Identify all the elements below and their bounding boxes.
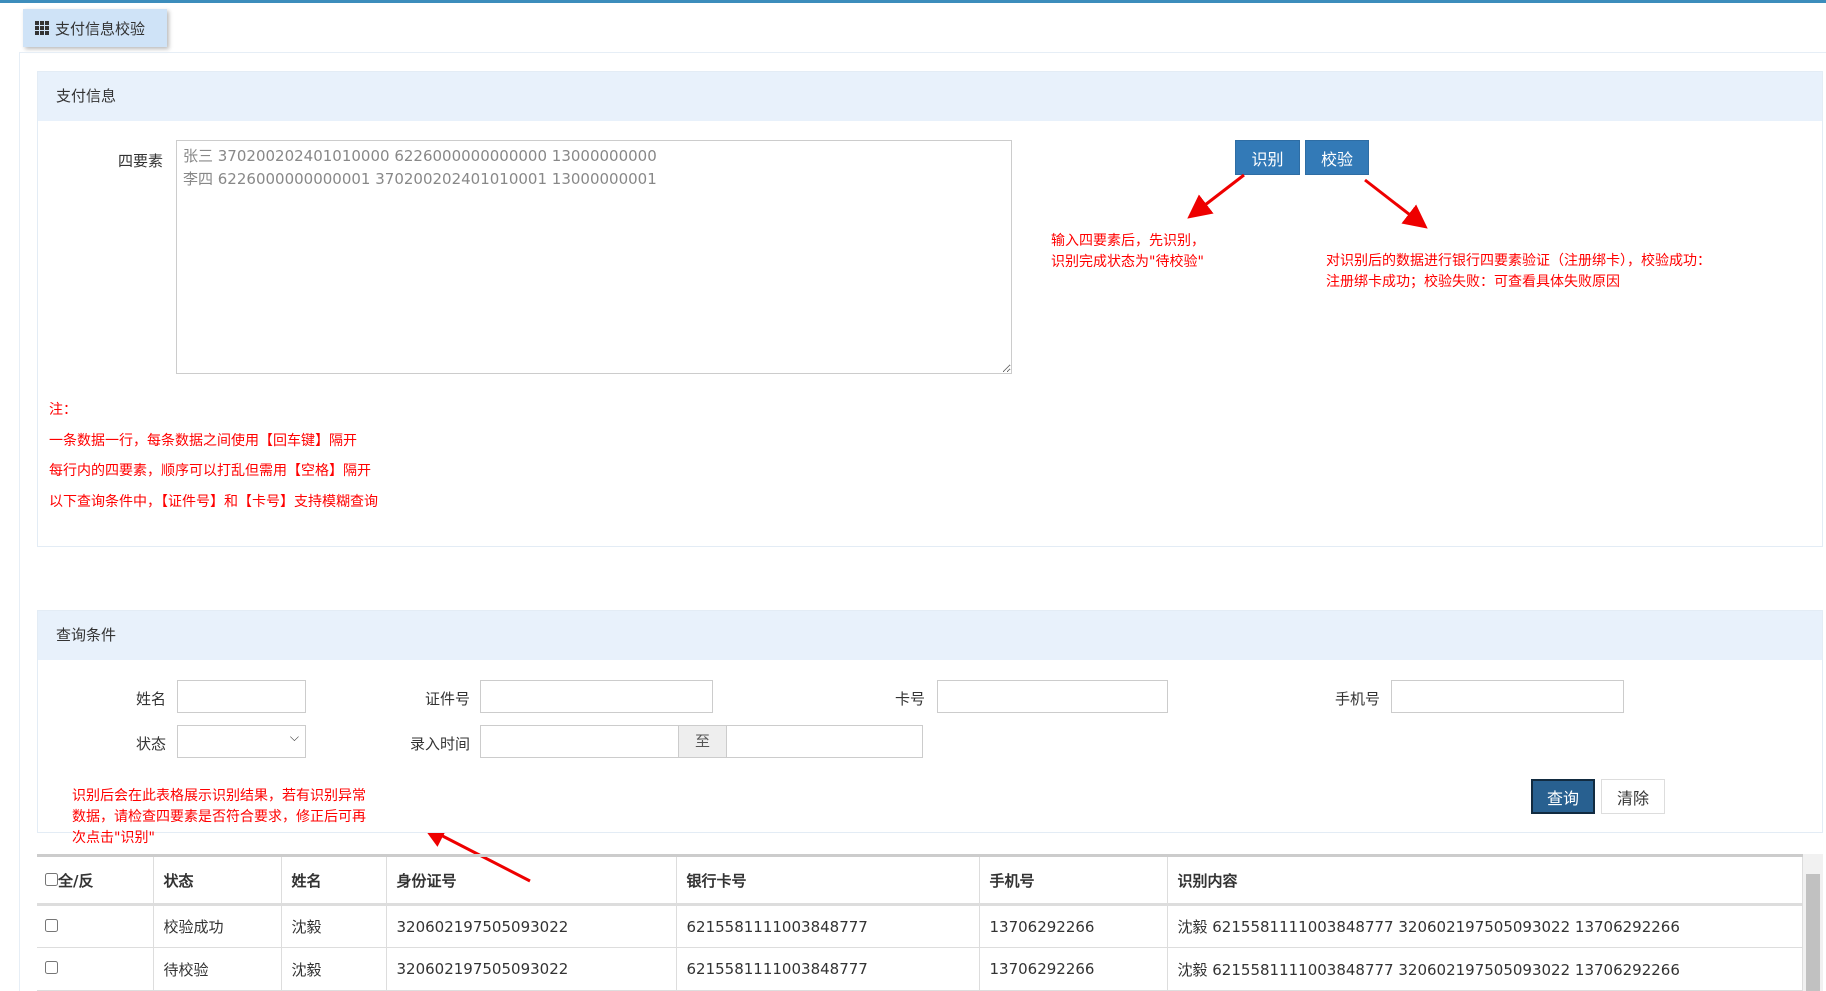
- results-table: 全/反 状态 姓名 身份证号 银行卡号 手机号 识别内容 校验成功 沈毅 32060…: [37, 854, 1803, 991]
- table-cell: 6215581111003848777: [676, 904, 980, 948]
- table-cell: 13706292266: [979, 904, 1168, 948]
- table-cell: 沈毅 6215581111003848777 32060219750509302…: [1167, 904, 1803, 948]
- select-all-checkbox[interactable]: [45, 872, 58, 886]
- table-cell: 待校验: [153, 947, 282, 991]
- table-cell: 320602197505093022: [386, 947, 677, 991]
- table-cell: 13706292266: [979, 947, 1168, 991]
- id-label: 证件号: [424, 690, 470, 708]
- end-date-input[interactable]: [726, 725, 923, 758]
- notes: 注： 一条数据一行，每条数据之间使用【回车键】隔开 每行内的四要素，顺序可以打乱但需…: [49, 402, 378, 510]
- table-cell: 沈毅: [281, 904, 387, 948]
- table-cell: 沈毅: [281, 947, 387, 991]
- table-tip: 识别后会在此表格展示识别结果，若有识别异常 数据，请检查四要素是否符合要求，修正后…: [72, 788, 366, 846]
- row-checkbox[interactable]: [45, 961, 58, 974]
- col-content: 识别内容: [1167, 854, 1803, 906]
- time-label: 录入时间: [409, 735, 470, 753]
- row-checkbox[interactable]: [45, 918, 58, 932]
- name-label: 姓名: [135, 690, 166, 708]
- date-separator: 至: [678, 725, 727, 758]
- select-all-label: 全/反: [58, 871, 94, 890]
- table-cell: 6215581111003848777: [676, 947, 980, 991]
- scrollbar-thumb[interactable]: [1806, 874, 1820, 991]
- name-input[interactable]: [177, 680, 306, 713]
- section-title: 支付信息: [38, 72, 1822, 121]
- verify-button[interactable]: 校验: [1305, 140, 1369, 175]
- clear-button[interactable]: 清除: [1601, 779, 1665, 814]
- tab-payment-verify[interactable]: 支付信息校验: [23, 9, 167, 47]
- status-label: 状态: [135, 735, 166, 753]
- card-label: 卡号: [894, 690, 925, 708]
- four-elements-textarea[interactable]: 张三 370200202401010000 6226000000000000 1…: [176, 140, 1012, 374]
- identify-button[interactable]: 识别: [1235, 140, 1300, 175]
- status-select[interactable]: ⌵: [177, 725, 306, 758]
- table-header: 全/反 状态 姓名 身份证号 银行卡号 手机号 识别内容: [37, 854, 1803, 906]
- top-bar: [0, 0, 1826, 3]
- scrollbar[interactable]: [1803, 854, 1823, 991]
- table-cell: 320602197505093022: [386, 904, 677, 948]
- col-name: 姓名: [281, 854, 387, 906]
- section-title: 查询条件: [38, 611, 1822, 660]
- phone-input[interactable]: [1391, 680, 1624, 713]
- id-number-input[interactable]: [480, 680, 713, 713]
- col-id: 身份证号: [386, 854, 677, 906]
- col-phone: 手机号: [979, 854, 1168, 906]
- start-date-input[interactable]: [480, 725, 679, 758]
- table-cell: 沈毅 6215581111003848777 32060219750509302…: [1167, 947, 1803, 991]
- verify-tip: 对识别后的数据进行银行四要素验证（注册绑卡），校验成功： 注册绑卡成功；校验失败：…: [1326, 253, 1711, 290]
- table-row: 校验成功 沈毅 320602197505093022 6215581111003848…: [37, 904, 1803, 948]
- col-status: 状态: [153, 854, 282, 906]
- table-row: 待校验 沈毅 320602197505093022 62155811110038487…: [37, 947, 1803, 991]
- table-cell: 校验成功: [153, 904, 282, 948]
- col-card: 银行卡号: [676, 854, 980, 906]
- grid-icon: [35, 21, 49, 35]
- search-button[interactable]: 查询: [1531, 779, 1595, 814]
- four-elements-label: 四要素: [117, 152, 163, 170]
- identify-tip: 输入四要素后，先识别， 识别完成状态为"待校验": [1051, 233, 1205, 270]
- phone-label: 手机号: [1334, 690, 1380, 708]
- card-number-input[interactable]: [937, 680, 1168, 713]
- chevron-down-icon: ⌵: [289, 730, 299, 744]
- tab-label: 支付信息校验: [55, 19, 146, 38]
